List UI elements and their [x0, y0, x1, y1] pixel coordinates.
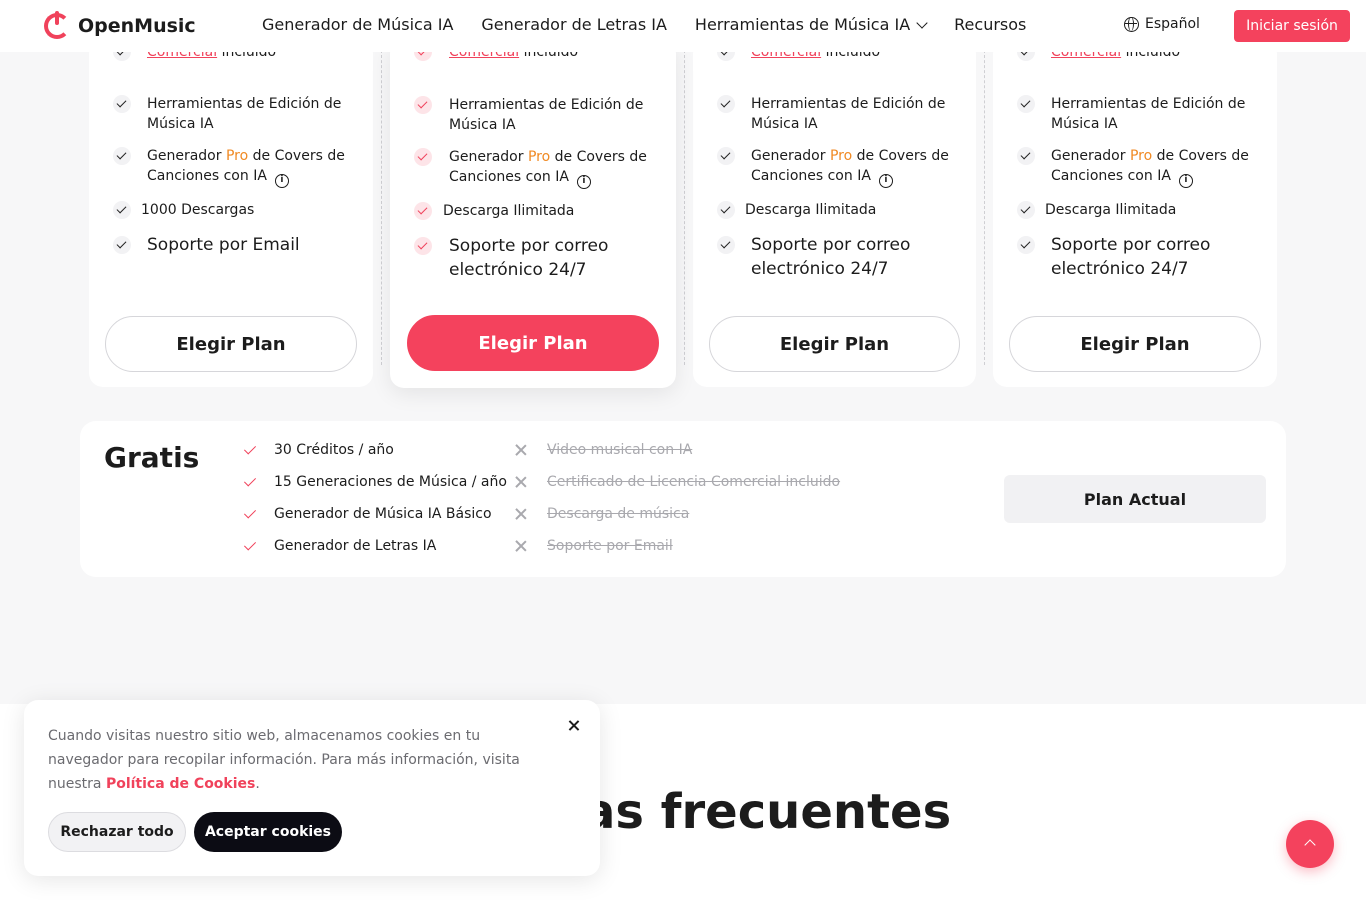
free-included-item: Generador de Música IA Básico: [242, 506, 492, 522]
feature-editing-tools: Herramientas de Edición de Música IA: [717, 94, 967, 134]
check-icon: [1017, 95, 1035, 113]
nav-resources[interactable]: Recursos: [954, 15, 1026, 34]
check-icon: [1017, 236, 1035, 254]
feature-editing-tools: Herramientas de Edición de Música IA: [113, 94, 363, 134]
info-icon[interactable]: i: [878, 174, 893, 188]
feature-support: Soporte por correo electrónico 24/7: [1017, 233, 1247, 281]
main-nav: Generador de Música IA Generador de Letr…: [262, 15, 1026, 34]
check-icon: [1017, 147, 1035, 165]
nav-ai-music-generator[interactable]: Generador de Música IA: [262, 15, 453, 34]
check-icon: [242, 442, 258, 458]
check-icon: [414, 237, 432, 255]
feature-downloads: Descarga Ilimitada: [1017, 200, 1176, 220]
feature-downloads: Descarga Ilimitada: [414, 201, 574, 221]
nav-ai-music-tools[interactable]: Herramientas de Música IA: [694, 15, 928, 34]
choose-plan-button[interactable]: Elegir Plan: [1009, 316, 1261, 372]
card-divider: [684, 50, 685, 365]
check-icon: [717, 95, 735, 113]
info-icon[interactable]: i: [576, 175, 591, 189]
close-icon[interactable]: [564, 716, 584, 736]
feature-support: Soporte por correo electrónico 24/7: [717, 233, 947, 281]
language-label: Español: [1145, 16, 1200, 32]
cross-icon: [513, 506, 529, 522]
choose-plan-button[interactable]: Elegir Plan: [105, 316, 357, 372]
plan-card-2: Comercial incluido Herramientas de Edici…: [390, 40, 676, 388]
check-icon: [242, 538, 258, 554]
reject-cookies-button[interactable]: Rechazar todo: [48, 812, 186, 852]
check-icon: [414, 148, 432, 166]
cookie-policy-link[interactable]: Política de Cookies: [106, 776, 255, 792]
openmusic-logo-icon: [44, 11, 70, 39]
free-plan-title: Gratis: [104, 441, 200, 474]
cross-icon: [513, 474, 529, 490]
feature-editing-tools: Herramientas de Edición de Música IA: [414, 95, 664, 135]
check-icon: [1017, 201, 1035, 219]
card-divider: [381, 50, 382, 365]
free-plan-card: Gratis 30 Créditos / año 15 Generaciones…: [80, 421, 1286, 577]
feature-editing-tools: Herramientas de Edición de Música IA: [1017, 94, 1267, 134]
brand-logo[interactable]: OpenMusic: [44, 11, 196, 39]
check-icon: [414, 96, 432, 114]
login-button[interactable]: Iniciar sesión: [1234, 10, 1350, 42]
feature-support: Soporte por correo electrónico 24/7: [414, 234, 644, 282]
check-icon: [113, 201, 131, 219]
cross-icon: [513, 538, 529, 554]
feature-covers: Generador Pro de Covers de Canciones con…: [1017, 146, 1267, 188]
check-icon: [113, 147, 131, 165]
free-excluded-item: Video musical con IA: [513, 442, 692, 458]
free-excluded-item: Descarga de música: [513, 506, 689, 522]
accept-cookies-button[interactable]: Aceptar cookies: [194, 812, 342, 852]
check-icon: [717, 236, 735, 254]
cookie-message: Cuando visitas nuestro sitio web, almace…: [48, 728, 520, 792]
free-excluded-item: Certificado de Licencia Comercial inclui…: [513, 474, 840, 490]
plan-card-3: Comercial incluido Herramientas de Edici…: [693, 40, 976, 387]
check-icon: [242, 474, 258, 490]
check-icon: [717, 147, 735, 165]
top-navbar: OpenMusic Generador de Música IA Generad…: [0, 0, 1366, 52]
check-icon: [717, 201, 735, 219]
check-icon: [242, 506, 258, 522]
chevron-down-icon: [916, 16, 928, 29]
choose-plan-button[interactable]: Elegir Plan: [709, 316, 960, 372]
scroll-to-top-button[interactable]: [1286, 820, 1334, 868]
language-selector[interactable]: Español: [1124, 16, 1200, 32]
card-divider: [984, 50, 985, 365]
nav-ai-music-tools-label: Herramientas de Música IA: [694, 15, 911, 34]
current-plan-button[interactable]: Plan Actual: [1004, 475, 1266, 523]
free-included-item: 15 Generaciones de Música / año: [242, 474, 507, 490]
cross-icon: [513, 442, 529, 458]
feature-covers: Generador Pro de Covers de Canciones con…: [414, 147, 664, 189]
check-icon: [414, 202, 432, 220]
info-icon[interactable]: i: [274, 174, 289, 188]
feature-support: Soporte por Email: [113, 233, 363, 257]
plan-card-4: Comercial incluido Herramientas de Edici…: [993, 40, 1277, 387]
choose-plan-button[interactable]: Elegir Plan: [407, 315, 659, 371]
feature-covers: Generador Pro de Covers de Canciones con…: [717, 146, 967, 188]
free-excluded-item: Soporte por Email: [513, 538, 673, 554]
feature-downloads: 1000 Descargas: [113, 200, 254, 220]
check-icon: [113, 236, 131, 254]
plan-card-1: Comercial incluido Herramientas de Edici…: [89, 40, 373, 387]
free-included-item: Generador de Letras IA: [242, 538, 436, 554]
brand-name: OpenMusic: [78, 15, 196, 37]
globe-icon: [1124, 16, 1139, 32]
nav-ai-lyrics-generator[interactable]: Generador de Letras IA: [481, 15, 667, 34]
feature-covers: Generador Pro de Covers de Canciones con…: [113, 146, 363, 188]
faq-heading: tas frecuentes: [560, 784, 952, 840]
cookie-banner: Cuando visitas nuestro sitio web, almace…: [24, 700, 600, 876]
info-icon[interactable]: i: [1178, 174, 1193, 188]
check-icon: [113, 95, 131, 113]
feature-downloads: Descarga Ilimitada: [717, 200, 876, 220]
free-included-item: 30 Créditos / año: [242, 442, 394, 458]
